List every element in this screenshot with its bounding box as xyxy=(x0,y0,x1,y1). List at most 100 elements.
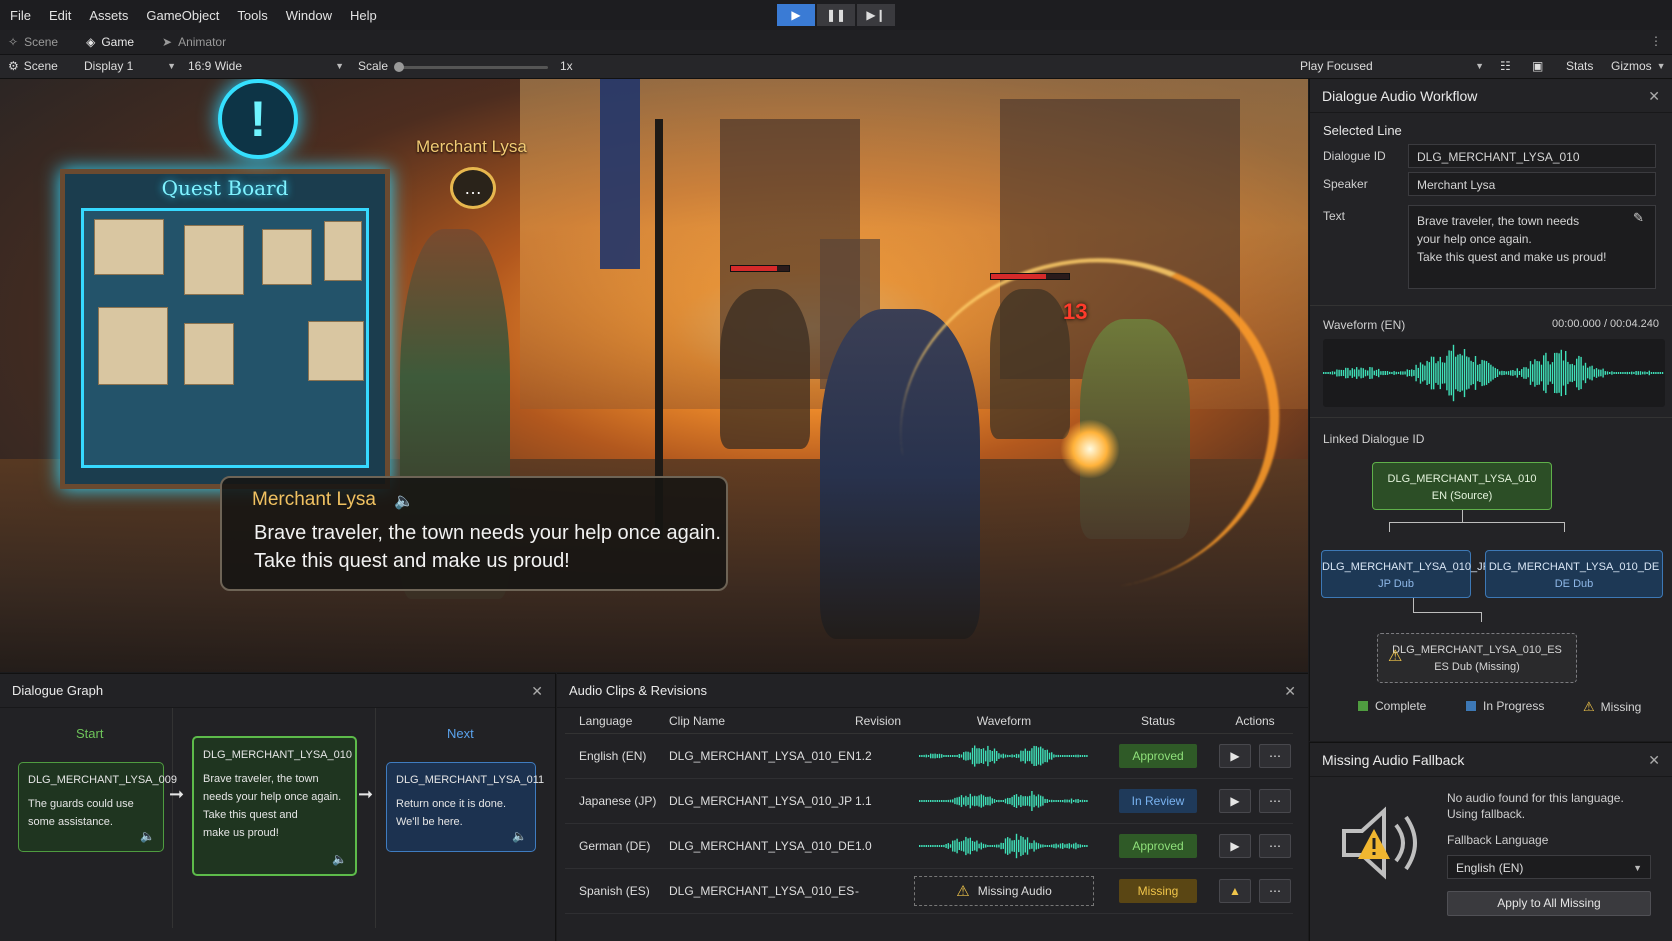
maximize-button[interactable]: ▣ xyxy=(1532,59,1543,73)
graph-node-text: needs your help once again. xyxy=(203,791,342,803)
graph-node-009[interactable]: DLG_MERCHANT_LYSA_009 The guards could u… xyxy=(18,762,177,852)
speech-bubble-icon: … xyxy=(450,167,496,209)
quest-board: Quest Board xyxy=(60,169,390,489)
waveform-bar xyxy=(1002,843,1004,849)
waveform-bar xyxy=(945,755,947,757)
waveform-time: 00:00.000 / 00:04.240 xyxy=(1551,318,1659,330)
ellipsis-icon: ⋯ xyxy=(1269,884,1281,898)
pause-button[interactable]: ❚❚ xyxy=(817,4,855,26)
node-sub: JP Dub xyxy=(1378,578,1414,590)
waveform-bar xyxy=(967,838,969,854)
tab-scene[interactable]: ✧ Scene xyxy=(8,35,58,49)
menu-tools[interactable]: Tools xyxy=(237,8,267,23)
scene-dropdown[interactable]: ⚙ Scene xyxy=(8,59,58,73)
waveform-bar xyxy=(1556,352,1558,394)
menu-assets[interactable]: Assets xyxy=(89,8,128,23)
text-field[interactable]: Brave traveler, the town needs your help… xyxy=(1408,205,1656,289)
waveform-bar xyxy=(1015,753,1018,758)
dialogue-id-field[interactable]: DLG_MERCHANT_LYSA_010 xyxy=(1408,144,1656,168)
more-options-icon[interactable]: ⋮ xyxy=(1650,34,1662,48)
waveform-bar xyxy=(960,841,963,851)
table-row[interactable]: Spanish (ES) DLG_MERCHANT_LYSA_010_ES - … xyxy=(565,869,1293,914)
graph-node-id: DLG_MERCHANT_LYSA_010 xyxy=(203,749,352,761)
audio-mute-button[interactable]: ☷ xyxy=(1500,59,1511,73)
play-clip-button[interactable]: ▶ xyxy=(1219,744,1251,768)
graph-node-011[interactable]: DLG_MERCHANT_LYSA_011 Return once it is … xyxy=(386,762,544,852)
node-jp-dub[interactable]: DLG_MERCHANT_LYSA_010_JP JP Dub xyxy=(1321,550,1490,598)
menu-window[interactable]: Window xyxy=(286,8,332,23)
tab-game[interactable]: ◈ Game xyxy=(86,35,134,49)
stats-button[interactable]: Stats xyxy=(1566,59,1593,73)
speaker-icon[interactable]: 🔈 xyxy=(140,827,155,845)
speaker-field[interactable]: Merchant Lysa xyxy=(1408,172,1656,196)
waveform-bar xyxy=(1648,370,1650,376)
waveform-bar xyxy=(1009,798,1011,805)
menu-help[interactable]: Help xyxy=(350,8,377,23)
close-icon[interactable]: ✕ xyxy=(1648,752,1660,769)
connector xyxy=(1389,522,1390,532)
waveform-bar xyxy=(1358,369,1360,377)
game-viewport[interactable]: Quest Board ! Merchant Lysa … 13 Merchan… xyxy=(0,79,1308,672)
waveform-bar xyxy=(1048,799,1051,802)
waveform-bar xyxy=(1551,362,1554,384)
waveform-bar xyxy=(1053,754,1055,758)
waveform-bar xyxy=(1477,364,1479,382)
more-button[interactable]: ⋯ xyxy=(1259,744,1291,768)
speaker-icon[interactable]: 🔈 xyxy=(332,850,347,868)
waveform-bar xyxy=(1077,844,1079,848)
graph-node-010[interactable]: DLG_MERCHANT_LYSA_010 Brave traveler, th… xyxy=(192,736,357,876)
upload-clip-button[interactable]: ▲ xyxy=(1219,879,1251,903)
panel-header: Dialogue Graph ✕ xyxy=(0,674,555,708)
play-clip-button[interactable]: ▶ xyxy=(1219,789,1251,813)
play-button[interactable]: ▶ xyxy=(777,4,815,26)
waveform-bar xyxy=(1007,837,1009,855)
table-row[interactable]: Japanese (JP) DLG_MERCHANT_LYSA_010_JP 1… xyxy=(565,779,1293,824)
play-mode-dropdown[interactable]: Play Focused ▼ xyxy=(1300,59,1484,73)
maximize-icon: ▣ xyxy=(1532,59,1544,73)
waveform-bar xyxy=(1470,360,1472,386)
close-icon[interactable]: ✕ xyxy=(531,683,543,700)
scale-slider[interactable] xyxy=(398,66,548,69)
waveform-bar xyxy=(991,845,993,847)
ellipsis-icon: ⋯ xyxy=(1269,794,1281,808)
more-button[interactable]: ⋯ xyxy=(1259,789,1291,813)
speaker-icon[interactable]: 🔈 xyxy=(394,491,414,511)
table-row[interactable]: German (DE) DLG_MERCHANT_LYSA_010_DE 1.0… xyxy=(565,824,1293,869)
waveform-bar xyxy=(934,845,936,847)
edit-pencil-icon[interactable]: ✎ xyxy=(1633,210,1644,226)
menu-edit[interactable]: Edit xyxy=(49,8,71,23)
cell-revision: - xyxy=(855,884,859,898)
gizmos-dropdown[interactable]: Gizmos ▼ xyxy=(1611,59,1666,73)
close-icon[interactable]: ✕ xyxy=(1648,88,1660,105)
node-es-missing[interactable]: ⚠ DLG_MERCHANT_LYSA_010_ES ES Dub (Missi… xyxy=(1377,633,1577,683)
waveform-bar xyxy=(987,845,989,847)
apply-to-all-missing-button[interactable]: Apply to All Missing xyxy=(1447,891,1651,916)
graph-node-text: make us proud! xyxy=(203,827,279,839)
waveform-bar xyxy=(1532,364,1534,382)
node-de-dub[interactable]: DLG_MERCHANT_LYSA_010_DE DE Dub xyxy=(1485,550,1663,598)
display-dropdown[interactable]: Display 1 ▼ xyxy=(84,59,176,73)
play-clip-button[interactable]: ▶ xyxy=(1219,834,1251,858)
node-id: DLG_MERCHANT_LYSA_010_DE xyxy=(1488,561,1660,573)
step-button[interactable]: ▶❙ xyxy=(857,4,895,26)
scale-slider-handle[interactable] xyxy=(394,62,404,72)
status-badge: Missing xyxy=(1119,879,1197,903)
waveform-bar xyxy=(1455,356,1457,390)
waveform-bar xyxy=(1015,794,1018,808)
aspect-dropdown[interactable]: 16:9 Wide ▼ xyxy=(188,59,344,73)
more-button[interactable]: ⋯ xyxy=(1259,879,1291,903)
menu-file[interactable]: File xyxy=(10,8,31,23)
speaker-icon[interactable]: 🔈 xyxy=(512,827,527,845)
waveform-display[interactable] xyxy=(1323,339,1665,407)
menu-gameobject[interactable]: GameObject xyxy=(146,8,219,23)
next-label: Next xyxy=(447,726,474,741)
table-row[interactable]: English (EN) DLG_MERCHANT_LYSA_010_EN 1.… xyxy=(565,734,1293,779)
fallback-language-select[interactable]: English (EN) ▼ xyxy=(1447,855,1651,879)
more-button[interactable]: ⋯ xyxy=(1259,834,1291,858)
waveform-bar xyxy=(1037,843,1040,849)
close-icon[interactable]: ✕ xyxy=(1284,683,1296,700)
node-en-source[interactable]: DLG_MERCHANT_LYSA_010 EN (Source) xyxy=(1372,462,1552,510)
tab-animator[interactable]: ➤ Animator xyxy=(162,35,226,49)
waveform-bar xyxy=(1031,791,1033,811)
waveform-bar xyxy=(1362,368,1364,378)
